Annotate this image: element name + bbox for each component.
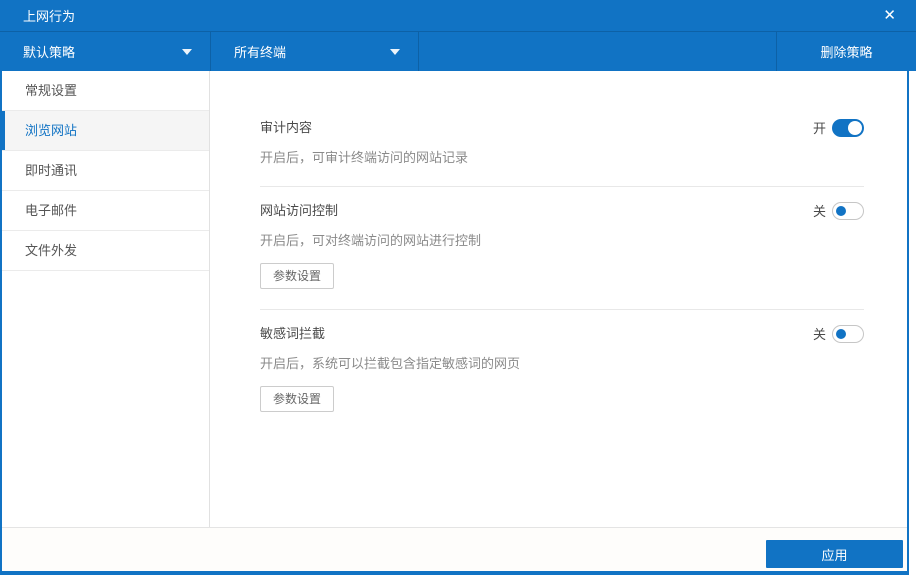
setting-row-website-access-control: 网站访问控制 关 开启后，可对终端访问的网站进行控制 参数设置 xyxy=(260,201,864,289)
params-settings-button[interactable]: 参数设置 xyxy=(260,386,335,412)
toggle-state-label: 开 xyxy=(812,121,826,136)
policy-dropdown[interactable]: 默认策略 xyxy=(0,32,211,71)
chevron-down-icon xyxy=(390,48,400,55)
toggle-knob xyxy=(836,205,846,216)
sidebar: 常规设置 浏览网站 即时通讯 电子邮件 文件外发 xyxy=(0,71,210,527)
window-body: 常规设置 浏览网站 即时通讯 电子邮件 文件外发 审计内容 开 开启后，可审计终… xyxy=(0,71,907,527)
sidebar-item-general-settings[interactable]: 常规设置 xyxy=(2,71,209,111)
sidebar-item-browse-websites[interactable]: 浏览网站 xyxy=(0,111,209,151)
delete-policy-button[interactable]: 删除策略 xyxy=(776,32,916,71)
toolbar: 默认策略 所有终端 删除策略 xyxy=(0,32,916,71)
params-settings-button[interactable]: 参数设置 xyxy=(260,263,335,289)
apply-button[interactable]: 应用 xyxy=(766,540,903,568)
setting-row-audit-content: 审计内容 开 开启后，可审计终端访问的网站记录 xyxy=(260,118,864,166)
setting-row-sensitive-words: 敏感词拦截 关 开启后，系统可以拦截包含指定敏感词的网页 参数设置 xyxy=(260,324,864,412)
terminal-dropdown[interactable]: 所有终端 xyxy=(211,32,419,71)
setting-title: 网站访问控制 xyxy=(260,202,339,218)
toggle-knob xyxy=(836,328,846,339)
close-icon[interactable]: ✕ xyxy=(879,6,900,25)
website-access-toggle[interactable] xyxy=(832,201,864,220)
window-frame: 常规设置 浏览网站 即时通讯 电子邮件 文件外发 审计内容 开 开启后，可审计终… xyxy=(0,71,909,575)
setting-description: 开启后，可对终端访问的网站进行控制 xyxy=(260,233,482,248)
setting-description: 开启后，可审计终端访问的网站记录 xyxy=(260,150,469,165)
row-divider xyxy=(260,309,864,310)
sidebar-item-email[interactable]: 电子邮件 xyxy=(2,191,209,231)
footer: 应用 xyxy=(2,527,907,571)
settings-panel: 审计内容 开 开启后，可审计终端访问的网站记录 网站访问控制 关 开启后，可对终… xyxy=(210,71,907,527)
sidebar-item-file-outgoing[interactable]: 文件外发 xyxy=(2,231,209,271)
toggle-knob xyxy=(848,120,862,135)
internet-behavior-window: 上网行为 ✕ 默认策略 所有终端 删除策略 常规设置 浏览网站 即时通讯 电子邮… xyxy=(0,0,916,576)
window-title: 上网行为 xyxy=(23,9,76,24)
toggle-state-label: 关 xyxy=(812,327,826,342)
audit-content-toggle[interactable] xyxy=(832,118,864,137)
setting-description: 开启后，系统可以拦截包含指定敏感词的网页 xyxy=(260,356,521,371)
setting-title: 审计内容 xyxy=(260,119,313,135)
row-divider xyxy=(260,186,864,187)
setting-title: 敏感词拦截 xyxy=(260,325,326,341)
titlebar: 上网行为 ✕ xyxy=(0,0,916,32)
sidebar-item-instant-messaging[interactable]: 即时通讯 xyxy=(2,151,209,191)
terminal-dropdown-value: 所有终端 xyxy=(234,45,287,60)
policy-dropdown-value: 默认策略 xyxy=(23,45,76,60)
sensitive-words-toggle[interactable] xyxy=(832,324,864,343)
toggle-state-label: 关 xyxy=(812,204,826,219)
chevron-down-icon xyxy=(182,48,192,55)
